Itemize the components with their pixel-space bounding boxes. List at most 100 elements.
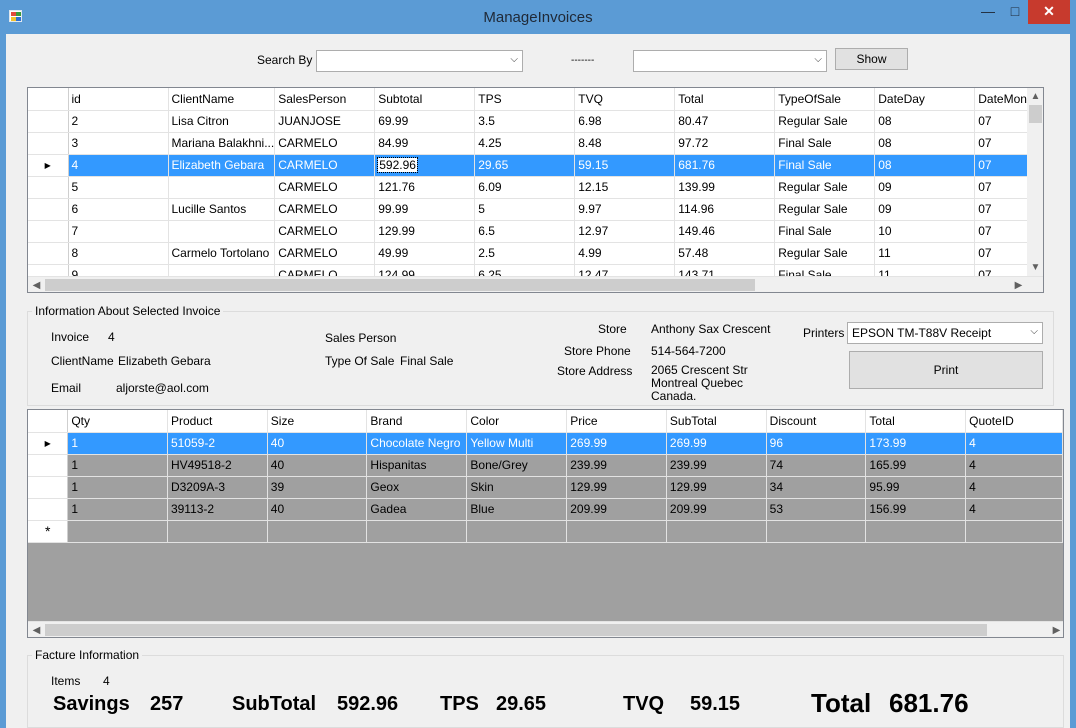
table-cell[interactable]: 12.97 (574, 220, 676, 243)
scroll-left-icon[interactable]: ◀ (28, 277, 45, 292)
close-button[interactable]: ✕ (1028, 0, 1070, 24)
table-cell[interactable]: 1 (67, 476, 168, 499)
invoice-row[interactable]: 5 CARMELO 121.76 6.09 12.15 139.99 Regular Sal… (28, 176, 1038, 199)
table-cell[interactable] (566, 520, 667, 543)
table-cell[interactable] (466, 520, 568, 543)
table-cell[interactable]: 139.99 (674, 176, 776, 199)
table-cell[interactable]: HV49518-2 (167, 454, 268, 477)
column-header[interactable]: Color (466, 410, 568, 433)
table-cell[interactable]: 8 (68, 242, 169, 265)
column-header[interactable]: Size (267, 410, 368, 433)
column-header[interactable]: DateDay (874, 88, 976, 111)
row-header[interactable] (28, 220, 69, 243)
table-cell[interactable]: 29.65 (474, 154, 576, 177)
table-cell[interactable]: 97.72 (674, 132, 776, 155)
table-cell[interactable]: 4.99 (574, 242, 676, 265)
table-cell[interactable]: 53 (766, 498, 867, 521)
column-header[interactable]: TypeOfSale (774, 88, 876, 111)
table-cell[interactable]: 40 (267, 432, 368, 455)
table-cell[interactable]: Chocolate Negro (366, 432, 468, 455)
row-header[interactable] (28, 242, 69, 265)
row-header[interactable]: ▶ (28, 432, 69, 455)
table-cell[interactable]: 239.99 (566, 454, 667, 477)
table-cell[interactable] (67, 520, 168, 543)
column-header[interactable]: SubTotal (666, 410, 767, 433)
table-cell[interactable]: D3209A-3 (167, 476, 268, 499)
table-cell[interactable] (766, 520, 867, 543)
table-cell[interactable]: JUANJOSE (274, 110, 376, 133)
invoices-grid[interactable]: id ClientName SalesPerson Subtotal TPS T… (27, 87, 1044, 293)
table-cell[interactable]: 4 (965, 498, 1063, 521)
scroll-left-icon[interactable]: ◀ (28, 622, 45, 637)
table-cell[interactable]: 1 (67, 432, 168, 455)
column-header[interactable]: id (68, 88, 169, 111)
items-grid[interactable]: Qty Product Size Brand Color Price SubTo… (27, 409, 1064, 638)
scroll-down-icon[interactable]: ▼ (1027, 259, 1043, 276)
print-button[interactable]: Print (849, 351, 1043, 389)
table-cell[interactable]: 2.5 (474, 242, 576, 265)
item-row[interactable]: 1 39113-2 40 Gadea Blue 209.99 209.99 53 156.99 4 (28, 498, 1063, 521)
table-cell[interactable]: Final Sale (774, 154, 876, 177)
show-button[interactable]: Show (835, 48, 908, 70)
table-cell[interactable]: 09 (874, 176, 976, 199)
table-cell[interactable]: CARMELO (274, 132, 376, 155)
column-header[interactable]: Price (566, 410, 667, 433)
table-cell[interactable]: Regular Sale (774, 110, 876, 133)
table-cell[interactable]: 3.5 (474, 110, 576, 133)
table-cell[interactable]: 269.99 (666, 432, 767, 455)
invoice-row[interactable]: 8 Carmelo Tortolano CARMELO 49.99 2.5 4.99 57.… (28, 242, 1038, 265)
table-cell[interactable]: 6.5 (474, 220, 576, 243)
row-header[interactable] (28, 454, 69, 477)
row-header[interactable] (28, 498, 69, 521)
table-cell[interactable]: Regular Sale (774, 198, 876, 221)
table-cell[interactable]: 156.99 (865, 498, 967, 521)
table-cell[interactable]: 8.48 (574, 132, 676, 155)
new-item-row[interactable]: * (28, 520, 1063, 543)
table-cell[interactable]: 51059-2 (167, 432, 268, 455)
invoice-row[interactable]: 7 CARMELO 129.99 6.5 12.97 149.46 Final Sale 10… (28, 220, 1038, 243)
scroll-right-icon[interactable]: ▶ (1048, 622, 1063, 637)
table-cell[interactable]: 6.09 (474, 176, 576, 199)
table-cell[interactable]: 34 (766, 476, 867, 499)
table-cell[interactable]: 11 (874, 242, 976, 265)
table-cell[interactable]: 40 (267, 454, 368, 477)
table-cell[interactable] (168, 220, 276, 243)
items-horizontal-scrollbar[interactable]: ◀ ▶ (28, 621, 1063, 637)
table-cell[interactable]: 1 (67, 454, 168, 477)
table-cell[interactable]: 39 (267, 476, 368, 499)
table-cell[interactable] (865, 520, 967, 543)
table-cell[interactable]: 4.25 (474, 132, 576, 155)
scroll-thumb[interactable] (1029, 105, 1042, 123)
invoice-row[interactable]: 3 Mariana Balakhni... CARMELO 84.99 4.25 8.48… (28, 132, 1038, 155)
table-cell[interactable]: CARMELO (274, 154, 376, 177)
invoices-horizontal-scrollbar[interactable]: ◀ ▶ (28, 276, 1043, 292)
table-cell[interactable] (366, 520, 468, 543)
row-header[interactable] (28, 198, 69, 221)
row-header[interactable] (28, 476, 69, 499)
table-cell[interactable]: Gadea (366, 498, 468, 521)
table-cell[interactable]: 4 (68, 154, 169, 177)
table-cell[interactable]: Regular Sale (774, 176, 876, 199)
table-cell[interactable]: 5 (474, 198, 576, 221)
item-row[interactable]: 1 HV49518-2 40 Hispanitas Bone/Grey 239.99 239… (28, 454, 1063, 477)
invoice-row[interactable]: 2 Lisa Citron JUANJOSE 69.99 3.5 6.98 80.47 Reg… (28, 110, 1038, 133)
table-cell[interactable]: Skin (466, 476, 568, 499)
table-cell[interactable]: 96 (766, 432, 867, 455)
table-cell[interactable]: 6.98 (574, 110, 676, 133)
table-cell[interactable]: Elizabeth Gebara (168, 154, 276, 177)
table-cell[interactable]: 3 (68, 132, 169, 155)
table-cell[interactable]: 121.76 (374, 176, 476, 199)
table-cell[interactable]: Carmelo Tortolano (168, 242, 276, 265)
column-header[interactable]: Total (674, 88, 776, 111)
row-header[interactable] (28, 176, 69, 199)
row-header[interactable] (28, 132, 69, 155)
table-cell[interactable]: Regular Sale (774, 242, 876, 265)
table-cell[interactable]: 681.76 (674, 154, 776, 177)
table-cell[interactable]: 49.99 (374, 242, 476, 265)
table-cell[interactable]: Final Sale (774, 132, 876, 155)
table-cell[interactable]: 99.99 (374, 198, 476, 221)
scroll-up-icon[interactable]: ▲ (1027, 88, 1043, 105)
table-cell[interactable]: 39113-2 (167, 498, 268, 521)
table-cell[interactable]: 1 (67, 498, 168, 521)
column-header[interactable]: ClientName (168, 88, 276, 111)
